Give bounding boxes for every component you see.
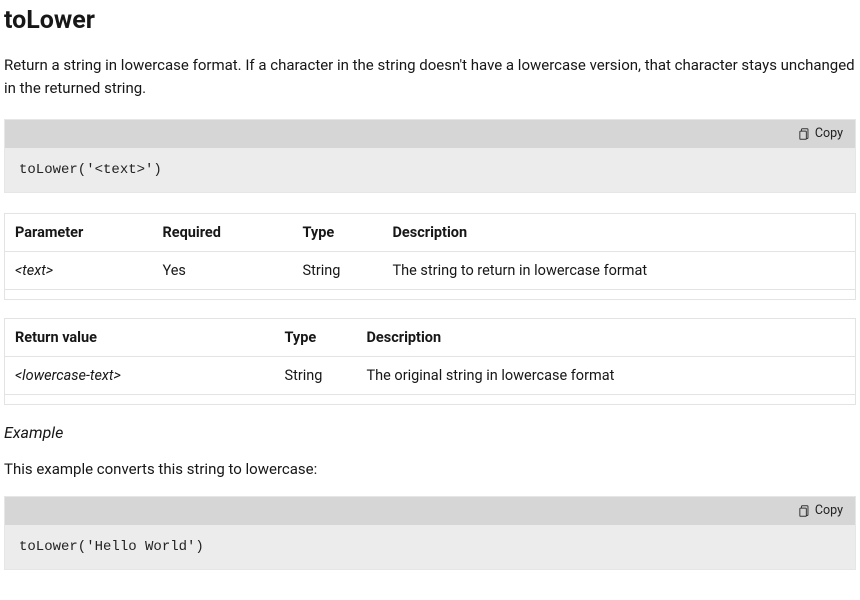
copy-button[interactable]: Copy [795,501,845,520]
col-required: Required [155,213,295,251]
param-desc: The string to return in lowercase format [385,251,856,289]
table-row: <text> Yes String The string to return i… [5,251,856,289]
copy-icon [797,504,810,518]
copy-button-label: Copy [815,503,843,518]
return-name: <lowercase-text> [15,367,121,384]
param-required: Yes [155,251,295,289]
example-code-text: toLower('Hello World') [5,525,855,569]
col-description: Description [385,213,856,251]
syntax-code-block: Copy toLower('<text>') [4,119,856,193]
table-header-row: Parameter Required Type Description [5,213,856,251]
copy-icon [797,127,810,141]
copy-button[interactable]: Copy [795,124,845,143]
parameters-table: Parameter Required Type Description <tex… [4,213,856,300]
col-description: Description [359,318,856,356]
table-spacer [5,394,856,404]
param-name: <text> [15,262,53,279]
page-title: toLower [4,6,856,36]
return-type: String [277,356,359,394]
table-row: <lowercase-text> String The original str… [5,356,856,394]
return-value-table: Return value Type Description <lowercase… [4,318,856,405]
example-intro: This example converts this string to low… [4,460,856,478]
col-type: Type [277,318,359,356]
return-desc: The original string in lowercase format [359,356,856,394]
code-toolbar: Copy [5,497,855,525]
table-spacer [5,289,856,299]
example-code-block: Copy toLower('Hello World') [4,496,856,570]
col-return-value: Return value [5,318,277,356]
param-type: String [295,251,385,289]
code-toolbar: Copy [5,120,855,148]
col-type: Type [295,213,385,251]
col-parameter: Parameter [5,213,155,251]
copy-button-label: Copy [815,126,843,141]
syntax-code-text: toLower('<text>') [5,148,855,192]
table-header-row: Return value Type Description [5,318,856,356]
function-description: Return a string in lowercase format. If … [4,54,856,101]
example-heading: Example [4,423,856,442]
